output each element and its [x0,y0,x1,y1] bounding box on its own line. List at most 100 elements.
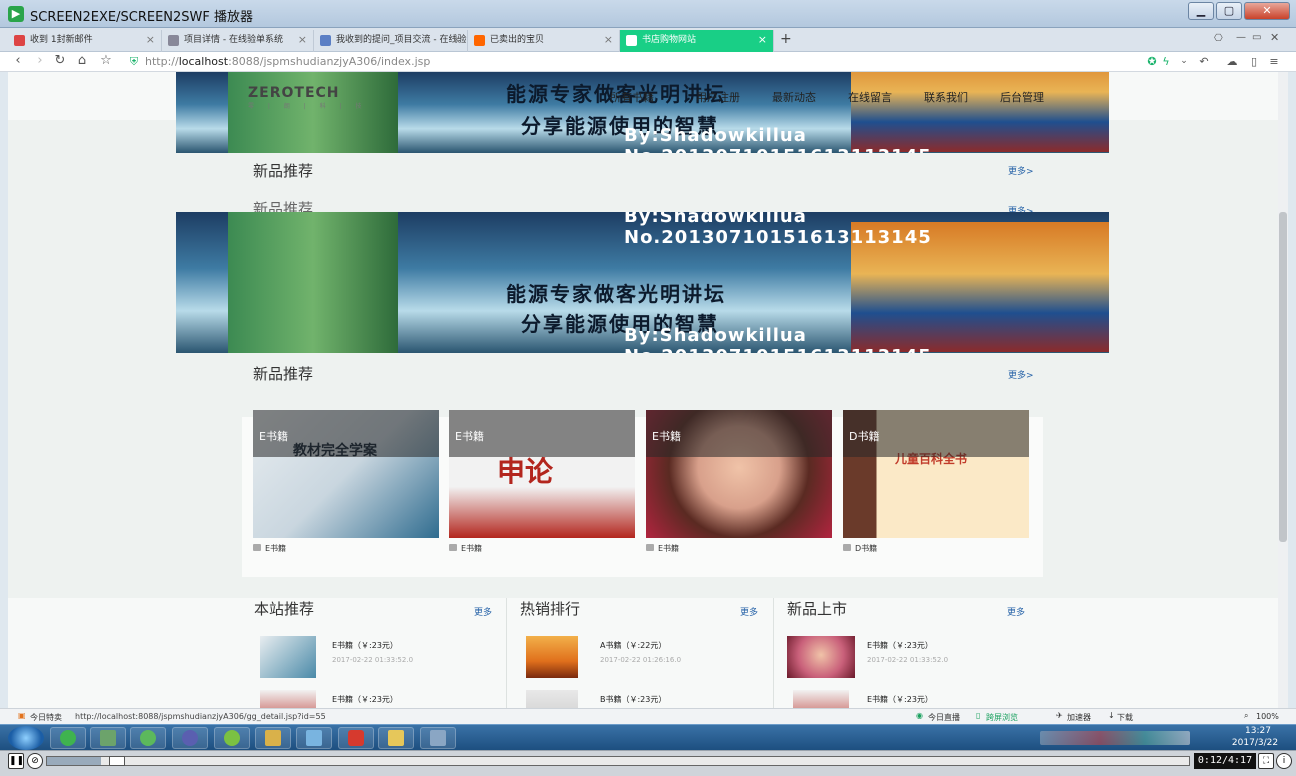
back-icon[interactable]: ‹ [10,53,26,68]
book-card[interactable]: 申论 E书籍 [449,410,635,538]
undo-icon[interactable]: ↶ [1196,55,1212,68]
more-link[interactable]: 更多 [740,605,758,618]
taskbar-editor[interactable] [130,727,166,749]
nav-news[interactable]: 最新动态 [772,89,816,105]
stop-icon[interactable]: ⊘ [27,753,43,769]
tag-icon [253,544,261,551]
site-logo[interactable]: ZEROTECH 零 | 朗 | 科 | 技 [248,85,368,110]
minimize-button[interactable]: ▁ [1188,2,1214,20]
taskbar-image-viewer[interactable] [90,727,126,749]
status-crossscreen[interactable]: 跨屏浏览 [986,712,1018,723]
url-input[interactable]: http://localhost:8088/jspmshudianzjyA306… [145,55,430,68]
clock-time[interactable]: 13:27 [1236,726,1280,736]
more-link-ghost[interactable]: 更多> [1008,164,1034,177]
status-zoom[interactable]: 100% [1256,712,1279,721]
fullscreen-icon[interactable]: ⛶ [1258,753,1274,769]
tab-sold-items[interactable]: 已卖出的宝贝 × [468,30,620,52]
section-title-ghost: 新品推荐 [253,162,314,180]
taskbar-explorer[interactable] [378,727,414,749]
menu-icon[interactable]: ≡ [1266,55,1282,68]
status-live[interactable]: 今日直播 [928,712,960,723]
close-button[interactable]: ✕ [1244,2,1290,20]
url-path: :8088/jspmshudianzjyA306/index.jsp [228,55,431,68]
list-item-title[interactable]: E书籍（￥:23元） [332,640,398,651]
forward-icon[interactable]: › [32,53,48,68]
tab-project-detail[interactable]: 项目详情 - 在线验单系统 × [162,30,314,52]
book-card[interactable]: E书籍 [646,410,832,538]
close-tab-icon[interactable]: × [452,30,461,50]
list-item-title[interactable]: B书籍（￥:23元） [600,694,666,705]
pause-button[interactable]: ❚❚ [8,753,24,769]
status-deals[interactable]: 今日特卖 [30,712,62,723]
restore-icon[interactable]: ⎔ [1214,33,1223,44]
taskbar-app[interactable] [214,727,250,749]
scrollbar-thumb[interactable] [1279,212,1287,542]
item-thumbnail[interactable] [793,690,849,708]
close-tab-icon[interactable]: × [146,30,155,50]
nav-contact[interactable]: 联系我们 [924,89,968,105]
taskbar-360-browser[interactable] [50,727,86,749]
chevron-down-icon[interactable]: ⌄ [1176,56,1192,66]
nav-admin[interactable]: 后台管理 [1000,89,1044,105]
tab-bookstore[interactable]: 书店购物网站 × [620,30,774,52]
list-item-title[interactable]: A书籍（￥:22元） [600,640,666,651]
maximize-button[interactable]: ▢ [1216,2,1242,20]
banner-main[interactable]: 能源专家做客光明讲坛 分享能源使用的智慧 By:Shadowkillua No.… [176,212,1109,353]
tab-mail[interactable]: 收到 1封新邮件 × [8,30,162,52]
reload-icon[interactable]: ↻ [52,53,68,68]
book-tag[interactable]: E书籍 [646,543,679,554]
nav-all-books[interactable]: 所有书籍 [610,89,654,105]
lightning-icon[interactable]: ϟ [1158,55,1174,68]
bookmark-star-icon[interactable]: ☆ [98,53,114,68]
close-tab-icon[interactable]: × [298,30,307,50]
book-card[interactable]: 儿童百科全书 D书籍 [843,410,1029,538]
more-link[interactable]: 更多 [1007,605,1025,618]
taskbar-app3[interactable] [296,727,332,749]
taobao-icon [474,35,485,46]
nav-messages[interactable]: 在线留言 [848,89,892,105]
column-hot: 热销排行 更多 A书籍（￥:22元） 2017-02-22 01:26:16.0… [508,598,774,708]
tab-label: 收到 1封新邮件 [30,35,93,45]
book-card[interactable]: 教材完全学案 E书籍 [253,410,439,538]
more-link-new[interactable]: 更多> [1008,368,1034,381]
more-link[interactable]: 更多 [474,605,492,618]
list-item-title[interactable]: E书籍（￥:23元） [332,694,398,705]
new-tab-button[interactable]: + [780,31,792,47]
info-icon[interactable]: i [1276,753,1292,769]
status-accelerator[interactable]: 加速器 [1067,712,1091,723]
vertical-scrollbar[interactable] [1278,72,1288,708]
taskbar-app2[interactable] [255,727,291,749]
browser-minimize-icon[interactable]: — [1236,32,1246,43]
tab-questions[interactable]: 我收到的提问_项目交流 - 在线验 × [314,30,468,52]
close-tab-icon[interactable]: × [758,30,767,50]
browser-maximize-icon[interactable]: ▭ [1252,32,1261,43]
clock-date[interactable]: 2017/3/22 [1228,738,1282,748]
list-item-title[interactable]: E书籍（￥:23元） [867,694,933,705]
item-thumbnail[interactable] [260,690,316,708]
book-tag[interactable]: E书籍 [253,543,286,554]
item-thumbnail[interactable] [526,690,578,708]
taskbar-app4[interactable] [338,727,374,749]
home-icon[interactable]: ⌂ [74,53,90,68]
item-thumbnail[interactable] [787,636,855,678]
item-thumbnail[interactable] [260,636,316,678]
taskbar-eclipse[interactable] [172,727,208,749]
progress-track[interactable] [46,756,1190,766]
tab-label: 项目详情 - 在线验单系统 [184,35,283,45]
item-thumbnail[interactable] [526,636,578,678]
start-button[interactable] [8,726,44,750]
phone-icon[interactable]: ▯ [1246,55,1262,68]
system-tray-icons[interactable] [1040,731,1190,745]
browser-close-icon[interactable]: ✕ [1270,31,1279,44]
status-download[interactable]: 下载 [1117,712,1133,723]
book-tag[interactable]: E书籍 [449,543,482,554]
taskbar-tools[interactable] [420,727,456,749]
list-item-title[interactable]: E书籍（￥:23元） [867,640,933,651]
progress-knob[interactable] [109,756,125,766]
book-tag[interactable]: D书籍 [843,543,877,554]
tag-icon [449,544,457,551]
list-item-date: 2017-02-22 01:26:16.0 [600,656,682,664]
close-tab-icon[interactable]: × [604,30,613,50]
cloud-icon[interactable]: ☁ [1224,55,1240,68]
nav-register[interactable]: 用户注册 [696,89,740,105]
